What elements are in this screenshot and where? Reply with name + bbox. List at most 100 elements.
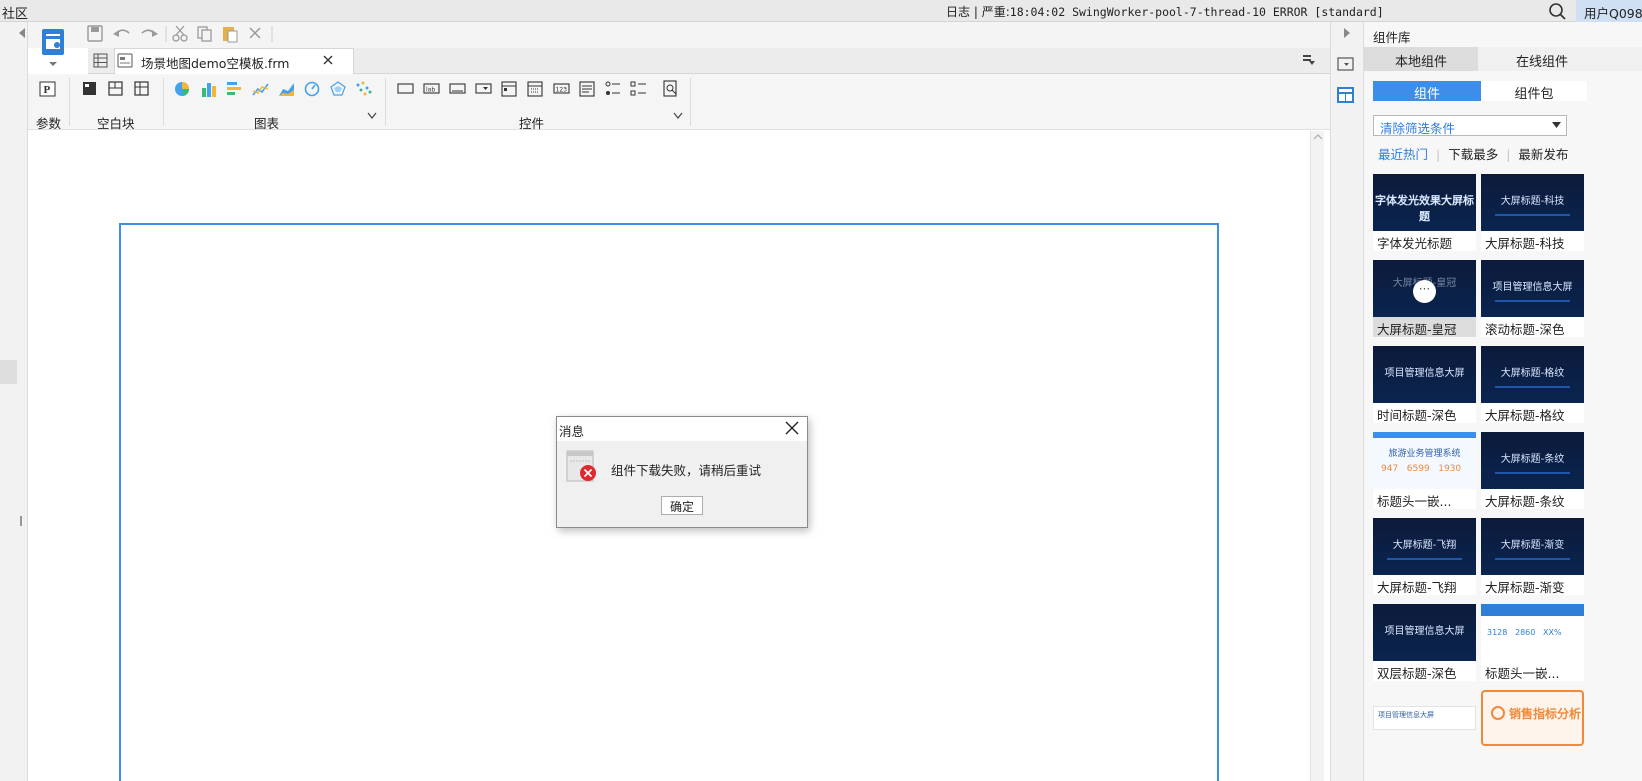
component-card[interactable]: 大屏标题-渐变 大屏标题-渐变 bbox=[1481, 518, 1584, 595]
segment-components[interactable]: 组件 bbox=[1373, 81, 1481, 102]
search-widget-icon[interactable] bbox=[662, 80, 680, 98]
component-card[interactable]: 大屏标题-科技 大屏标题-科技 bbox=[1481, 174, 1584, 251]
sort-recent-hot[interactable]: 最近热门 bbox=[1378, 147, 1428, 162]
component-caption: 大屏标题-条纹 bbox=[1481, 489, 1584, 509]
split-block-icon bbox=[134, 81, 149, 96]
component-caption: 大屏标题-渐变 bbox=[1481, 575, 1584, 595]
tab-block-icon bbox=[108, 81, 123, 96]
component-card[interactable]: 大屏标题-格纹 大屏标题-格纹 bbox=[1481, 346, 1584, 423]
tab-menu-icon[interactable] bbox=[1302, 54, 1316, 66]
cut-icon bbox=[172, 25, 188, 42]
collapse-left-icon[interactable] bbox=[18, 28, 26, 38]
dialog-message: 组件下载失败，请稍后重试 bbox=[611, 463, 762, 478]
ok-button[interactable]: 确定 bbox=[661, 496, 703, 515]
textarea-widget-icon bbox=[579, 81, 595, 97]
component-card[interactable]: 项目管理信息大屏 bbox=[1373, 706, 1476, 730]
param-group-label: 参数 bbox=[36, 116, 62, 131]
tab-template-file[interactable]: 场景地图demo空模板.frm bbox=[114, 48, 354, 74]
component-card[interactable]: 项目管理信息大屏 时间标题-深色 bbox=[1373, 346, 1476, 423]
resize-grip-icon[interactable] bbox=[20, 516, 22, 526]
component-caption: 标题头一嵌... bbox=[1373, 489, 1476, 509]
component-card[interactable]: 旅游业务管理系统 947 6599 1930 标题头一嵌... bbox=[1373, 432, 1476, 509]
component-thumbnail: 旅游业务管理系统 947 6599 1930 bbox=[1373, 432, 1476, 489]
scatter-chart-icon bbox=[356, 81, 372, 96]
dialog-title: 消息 bbox=[559, 424, 585, 439]
radar-chart-icon bbox=[330, 81, 346, 96]
widget-settings-icon[interactable] bbox=[1337, 56, 1355, 72]
line-chart-icon bbox=[252, 83, 269, 96]
new-template-button[interactable] bbox=[40, 26, 68, 68]
absolute-block-icon bbox=[83, 82, 96, 95]
thumbnail-text: 销售指标分析 bbox=[1509, 707, 1582, 721]
thumbnail-text: 项目管理信息大屏 bbox=[1378, 711, 1434, 719]
component-caption: 滚动标题-深色 bbox=[1481, 317, 1584, 337]
log-status[interactable]: 日志 | 严重:18:04:02 SwingWorker-pool-7-thre… bbox=[946, 3, 1384, 20]
log-separator: | bbox=[973, 5, 978, 19]
redo-icon bbox=[141, 29, 158, 37]
community-link[interactable]: 社区 bbox=[2, 3, 28, 22]
grid-view-icon[interactable] bbox=[93, 53, 109, 69]
tab-online-components[interactable]: 在线组件 bbox=[1478, 47, 1642, 71]
component-thumbnail: 大屏标题-飞翔 bbox=[1373, 518, 1476, 575]
date-widget-icon bbox=[527, 81, 543, 97]
component-card[interactable]: XX集团经营管理驾驶舱 3128 2860 XX% 标题头一嵌... bbox=[1481, 604, 1584, 681]
segment-packages[interactable]: 组件包 bbox=[1481, 81, 1587, 102]
thumbnail-text: 旅游业务管理系统 bbox=[1388, 449, 1461, 459]
more-options-icon[interactable]: ··· bbox=[1413, 280, 1436, 303]
chevron-down-icon bbox=[1552, 122, 1561, 128]
component-thumbnail: 项目管理信息大屏 bbox=[1373, 346, 1476, 403]
thumbnail-numbers: 3128 2860 XX% bbox=[1487, 628, 1562, 637]
expand-right-icon[interactable] bbox=[1343, 28, 1351, 38]
user-account[interactable]: 用户Q0980 bbox=[1576, 0, 1642, 22]
filter-select[interactable]: 清除筛选条件 bbox=[1373, 115, 1567, 136]
sort-most-downloads[interactable]: 下载最多 bbox=[1448, 147, 1498, 162]
component-library-icon[interactable] bbox=[1336, 86, 1356, 104]
dialog-titlebar[interactable] bbox=[557, 417, 807, 441]
log-message: 18:04:02 SwingWorker-pool-7-thread-10 ER… bbox=[1009, 5, 1384, 19]
tab-local-components[interactable]: 本地组件 bbox=[1364, 47, 1478, 71]
ribbon-divider bbox=[69, 78, 70, 126]
close-tab-icon[interactable] bbox=[323, 55, 333, 65]
chart-pie-icon bbox=[1491, 706, 1505, 720]
bar-chart-icon bbox=[202, 83, 216, 97]
svg-text:lab: lab bbox=[426, 87, 435, 94]
component-thumbnail: 大屏标题-格纹 bbox=[1481, 346, 1584, 403]
parameter-icon[interactable]: P bbox=[39, 81, 57, 97]
component-card[interactable]: 字体发光效果大屏标题 字体发光标题 bbox=[1373, 174, 1476, 251]
component-caption: 大屏标题-科技 bbox=[1481, 231, 1584, 251]
button-widget-icon bbox=[397, 83, 414, 94]
chart-expand-icon[interactable] bbox=[367, 112, 377, 120]
thumbnail-text: 大屏标题-渐变 bbox=[1500, 540, 1565, 551]
blank-group-label: 空白块 bbox=[97, 116, 135, 131]
widget-group-label: 控件 bbox=[519, 116, 545, 131]
top-bar: 社区 日志 | 严重:18:04:02 SwingWorker-pool-7-t… bbox=[0, 0, 1642, 22]
ribbon-divider bbox=[690, 78, 691, 126]
component-card[interactable]: 项目管理信息大屏 滚动标题-深色 bbox=[1481, 260, 1584, 337]
component-card[interactable]: 项目管理信息大屏 双层标题-深色 bbox=[1373, 604, 1476, 681]
sort-newest[interactable]: 最新发布 bbox=[1518, 147, 1568, 162]
component-caption: 大屏标题-飞翔 bbox=[1373, 575, 1476, 595]
component-caption: 标题头一嵌... bbox=[1481, 661, 1584, 681]
filter-value: 清除筛选条件 bbox=[1380, 121, 1456, 136]
component-thumbnail: 销售指标分析 bbox=[1481, 690, 1584, 746]
number-widget-icon: 123 bbox=[553, 83, 570, 94]
component-card[interactable]: 大屏标题-条纹 大屏标题-条纹 bbox=[1481, 432, 1584, 509]
delete-icon bbox=[249, 27, 261, 39]
component-card-hovered[interactable]: 大屏标题-皇冠 ··· 大屏标题-皇冠 bbox=[1373, 260, 1476, 337]
component-thumbnail: 大屏标题-皇冠 ··· bbox=[1373, 260, 1476, 317]
component-card[interactable]: 销售指标分析 bbox=[1481, 690, 1584, 746]
scroll-up-icon[interactable] bbox=[1313, 133, 1323, 141]
error-icon bbox=[566, 450, 596, 482]
chart-group-label: 图表 bbox=[254, 116, 280, 131]
vertical-scrollbar[interactable] bbox=[1310, 131, 1324, 781]
blank-block-icons bbox=[83, 81, 149, 96]
paste-icon bbox=[223, 27, 238, 43]
dialog-close-icon[interactable] bbox=[785, 421, 799, 435]
thumbnail-text: 大屏标题-科技 bbox=[1500, 196, 1565, 207]
left-panel-handle[interactable] bbox=[0, 360, 17, 384]
widget-expand-icon[interactable] bbox=[673, 112, 683, 120]
component-card[interactable]: 大屏标题-飞翔 大屏标题-飞翔 bbox=[1373, 518, 1476, 595]
thumbnail-text: 项目管理信息大屏 bbox=[1384, 368, 1465, 379]
thumbnail-text: 大屏标题-格纹 bbox=[1500, 368, 1565, 379]
search-icon[interactable] bbox=[1548, 2, 1568, 20]
